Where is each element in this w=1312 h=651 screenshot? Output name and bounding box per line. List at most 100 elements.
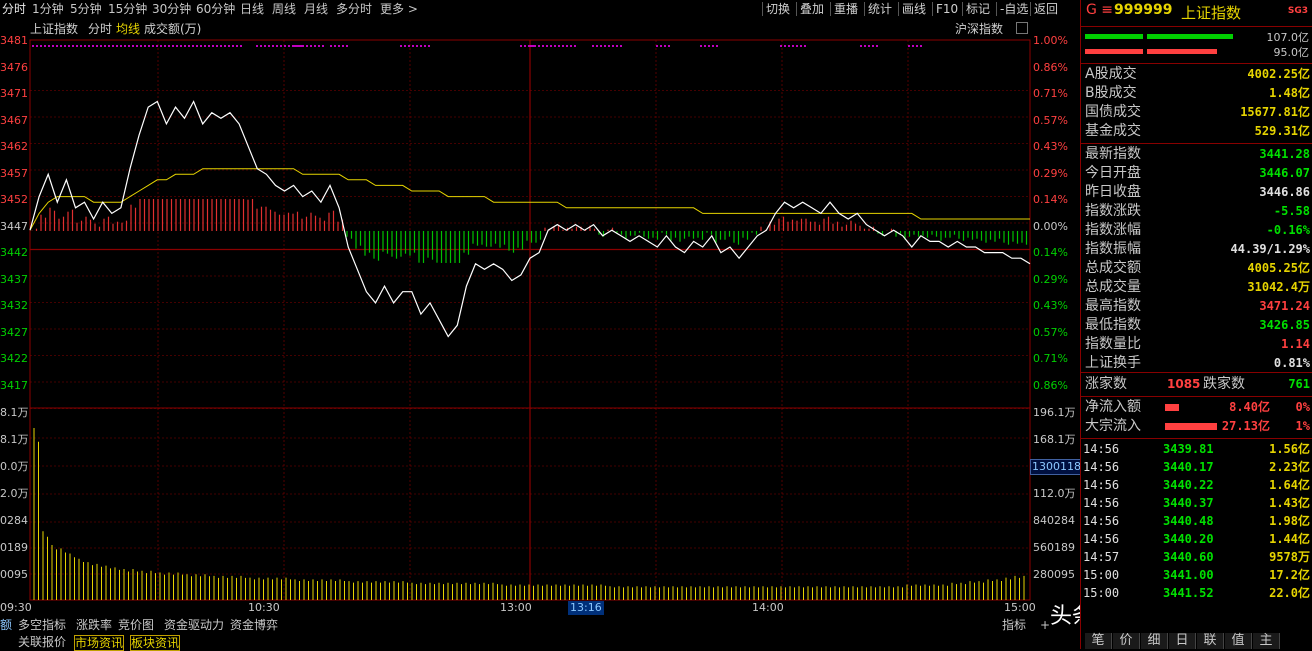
event-dot — [96, 45, 98, 47]
tool-sep-2 — [830, 2, 831, 16]
intraday-chart[interactable] — [0, 0, 1080, 649]
volume-axis-label-left: 0.0万 — [0, 460, 29, 473]
tool-6[interactable]: 标记 — [966, 0, 990, 18]
event-dot — [872, 45, 874, 47]
volume-axis-label-left: 0189 — [0, 541, 28, 554]
period-9[interactable]: 多分时 — [336, 0, 372, 18]
add-indicator-button[interactable]: + — [1040, 618, 1050, 633]
stat-row: 指数振幅 44.39/1.29% — [1085, 240, 1310, 259]
tick-time: 15:00 — [1083, 586, 1120, 600]
event-dot — [788, 45, 790, 47]
tick-row: 14:56 3440.37 1.43亿 — [1083, 494, 1310, 512]
panel-tab-4[interactable]: 联 — [1197, 633, 1224, 649]
period-4[interactable]: 30分钟 — [152, 0, 191, 18]
period-5[interactable]: 60分钟 — [196, 0, 235, 18]
event-dot — [136, 45, 138, 47]
tick-price: 3440.20 — [1163, 532, 1214, 546]
tool-5[interactable]: F10 — [936, 0, 958, 18]
tick-time: 14:56 — [1083, 514, 1120, 528]
tick-row: 14:56 3439.81 1.56亿 — [1083, 440, 1310, 458]
indicator-tab-4[interactable]: 资金驱动力 — [164, 618, 224, 633]
stat-value: 4005.25亿 — [1247, 261, 1310, 275]
event-dot — [164, 45, 166, 47]
panel-tab-3[interactable]: 日 — [1169, 633, 1196, 649]
chart-symbol-name: 上证指数 — [30, 22, 79, 36]
tick-price: 3440.60 — [1163, 550, 1214, 564]
panel-toggle-icon[interactable] — [1016, 22, 1028, 34]
price-axis-label: 3467 — [0, 113, 28, 127]
tick-time: 15:00 — [1083, 568, 1120, 582]
stat-value: 31042.4万 — [1247, 280, 1310, 294]
up-count: 1085 — [1167, 377, 1201, 391]
volume-axis-label-right: 1300118 — [1030, 459, 1083, 475]
price-axis-label: 3452 — [0, 193, 28, 206]
stat-row: 指数涨跌 -5.58 — [1085, 202, 1310, 221]
event-dot — [550, 45, 552, 47]
indicator-tab-5[interactable]: 资金博弈 — [230, 618, 278, 633]
period-1[interactable]: 1分钟 — [32, 0, 64, 18]
tool-0[interactable]: 切换 — [766, 0, 790, 18]
tool-1[interactable]: 叠加 — [800, 0, 824, 18]
period-10[interactable]: 更多 > — [380, 0, 418, 18]
pct-axis-label: 0.86% — [1033, 60, 1068, 74]
event-dot — [608, 45, 610, 47]
event-dot — [176, 45, 178, 47]
tick-price: 3439.81 — [1163, 442, 1214, 456]
tool-7[interactable]: -自选 — [1000, 0, 1028, 18]
time-axis-label: 13:00 — [500, 601, 532, 614]
tick-price: 3440.48 — [1163, 514, 1214, 528]
price-axis-label: 3437 — [0, 272, 28, 286]
event-dot — [524, 45, 526, 47]
panel-tab-2[interactable]: 细 — [1141, 633, 1168, 649]
flow-bar — [1165, 423, 1217, 430]
time-axis-label[interactable]: 13:16 — [568, 601, 604, 615]
tool-8[interactable]: 返回 — [1034, 0, 1058, 18]
tool-sep-0 — [762, 2, 763, 16]
panel-tab-0[interactable]: 笔 — [1085, 633, 1112, 649]
indicator-tab-3[interactable]: 竞价图 — [118, 618, 154, 633]
indicator-tab-2[interactable]: 涨跌率 — [76, 618, 112, 633]
indicator-button[interactable]: 指标 — [1002, 618, 1026, 633]
event-dot — [574, 45, 576, 47]
tool-2[interactable]: 重播 — [834, 0, 858, 18]
sell-bar-1 — [1085, 49, 1143, 54]
indicator-tab-0[interactable]: 额 — [0, 618, 12, 633]
event-dot — [704, 45, 706, 47]
tick-price: 3440.17 — [1163, 460, 1214, 474]
indicator-tab-1[interactable]: 多空指标 — [18, 618, 66, 633]
stat-row: 总成交额 4005.25亿 — [1085, 259, 1310, 278]
event-dot — [668, 45, 670, 47]
event-dot — [570, 45, 572, 47]
event-dot — [596, 45, 598, 47]
period-2[interactable]: 5分钟 — [70, 0, 102, 18]
event-dot — [128, 45, 130, 47]
pct-axis-label: 0.43% — [1033, 140, 1068, 153]
event-dot — [546, 45, 548, 47]
event-dot — [538, 45, 540, 47]
tick-price: 3440.22 — [1163, 478, 1214, 492]
event-dot — [72, 45, 74, 47]
time-axis-label: 14:00 — [752, 601, 784, 614]
period-7[interactable]: 周线 — [272, 0, 296, 18]
event-dot — [296, 45, 298, 47]
event-dot — [298, 45, 300, 47]
pct-axis-label: 0.43% — [1033, 299, 1068, 312]
event-dot — [60, 45, 62, 47]
stat-row: 指数涨幅 -0.16% — [1085, 221, 1310, 240]
event-dot — [700, 45, 702, 47]
info-tab-0[interactable]: 关联报价 — [18, 635, 66, 649]
period-6[interactable]: 日线 — [240, 0, 264, 18]
tool-3[interactable]: 统计 — [868, 0, 892, 18]
event-dot — [156, 45, 158, 47]
tool-4[interactable]: 画线 — [902, 0, 926, 18]
panel-tab-1[interactable]: 价 — [1113, 633, 1140, 649]
price-axis-label: 3471 — [0, 87, 28, 100]
panel-tab-5[interactable]: 值 — [1225, 633, 1252, 649]
period-3[interactable]: 15分钟 — [108, 0, 147, 18]
panel-tab-6[interactable]: 主 — [1253, 633, 1280, 649]
event-dot — [224, 45, 226, 47]
period-0[interactable]: 分时 — [2, 0, 26, 18]
period-8[interactable]: 月线 — [304, 0, 328, 18]
event-dot — [562, 45, 564, 47]
pct-axis-label: 0.86% — [1033, 378, 1068, 392]
